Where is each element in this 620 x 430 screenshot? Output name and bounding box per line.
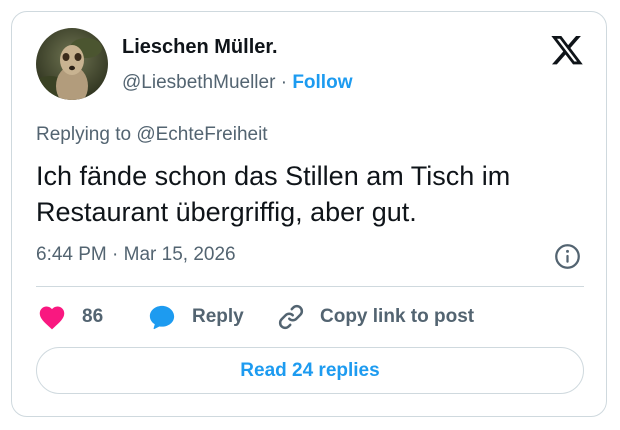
info-icon[interactable] [554, 243, 581, 270]
like-count: 86 [82, 306, 104, 327]
link-icon [278, 304, 304, 330]
like-button[interactable]: 86 [38, 302, 103, 332]
copy-link-button[interactable]: Copy link to post [276, 302, 474, 332]
separator-dot: · [280, 72, 288, 93]
reply-label: Reply [192, 306, 244, 327]
replying-to-handle[interactable]: @EchteFreiheit [136, 124, 267, 145]
replying-to-line: Replying to @EchteFreiheit [36, 124, 268, 146]
follow-button[interactable]: Follow [292, 72, 352, 93]
speech-bubble-icon [149, 305, 175, 330]
replying-to-prefix: Replying to [36, 124, 132, 145]
author-handle[interactable]: @LiesbethMueller [122, 72, 275, 93]
heart-icon [39, 306, 65, 330]
reply-button[interactable]: Reply [148, 302, 244, 332]
copy-link-label: Copy link to post [320, 306, 475, 327]
post-text: Ich fände schon das Stillen am Tisch im … [36, 161, 511, 227]
post-card: Lieschen Müller. @LiesbethMueller · Foll… [11, 11, 607, 417]
x-logo-icon[interactable] [549, 36, 585, 68]
author-name[interactable]: Lieschen Müller. [122, 36, 278, 59]
post-timestamp[interactable]: 6:44 PM · Mar 15, 2026 [36, 244, 236, 266]
divider [36, 286, 584, 287]
author-handle-row: @LiesbethMueller · Follow [122, 72, 352, 94]
avatar[interactable] [36, 28, 108, 100]
read-replies-button[interactable]: Read 24 replies [36, 347, 584, 394]
